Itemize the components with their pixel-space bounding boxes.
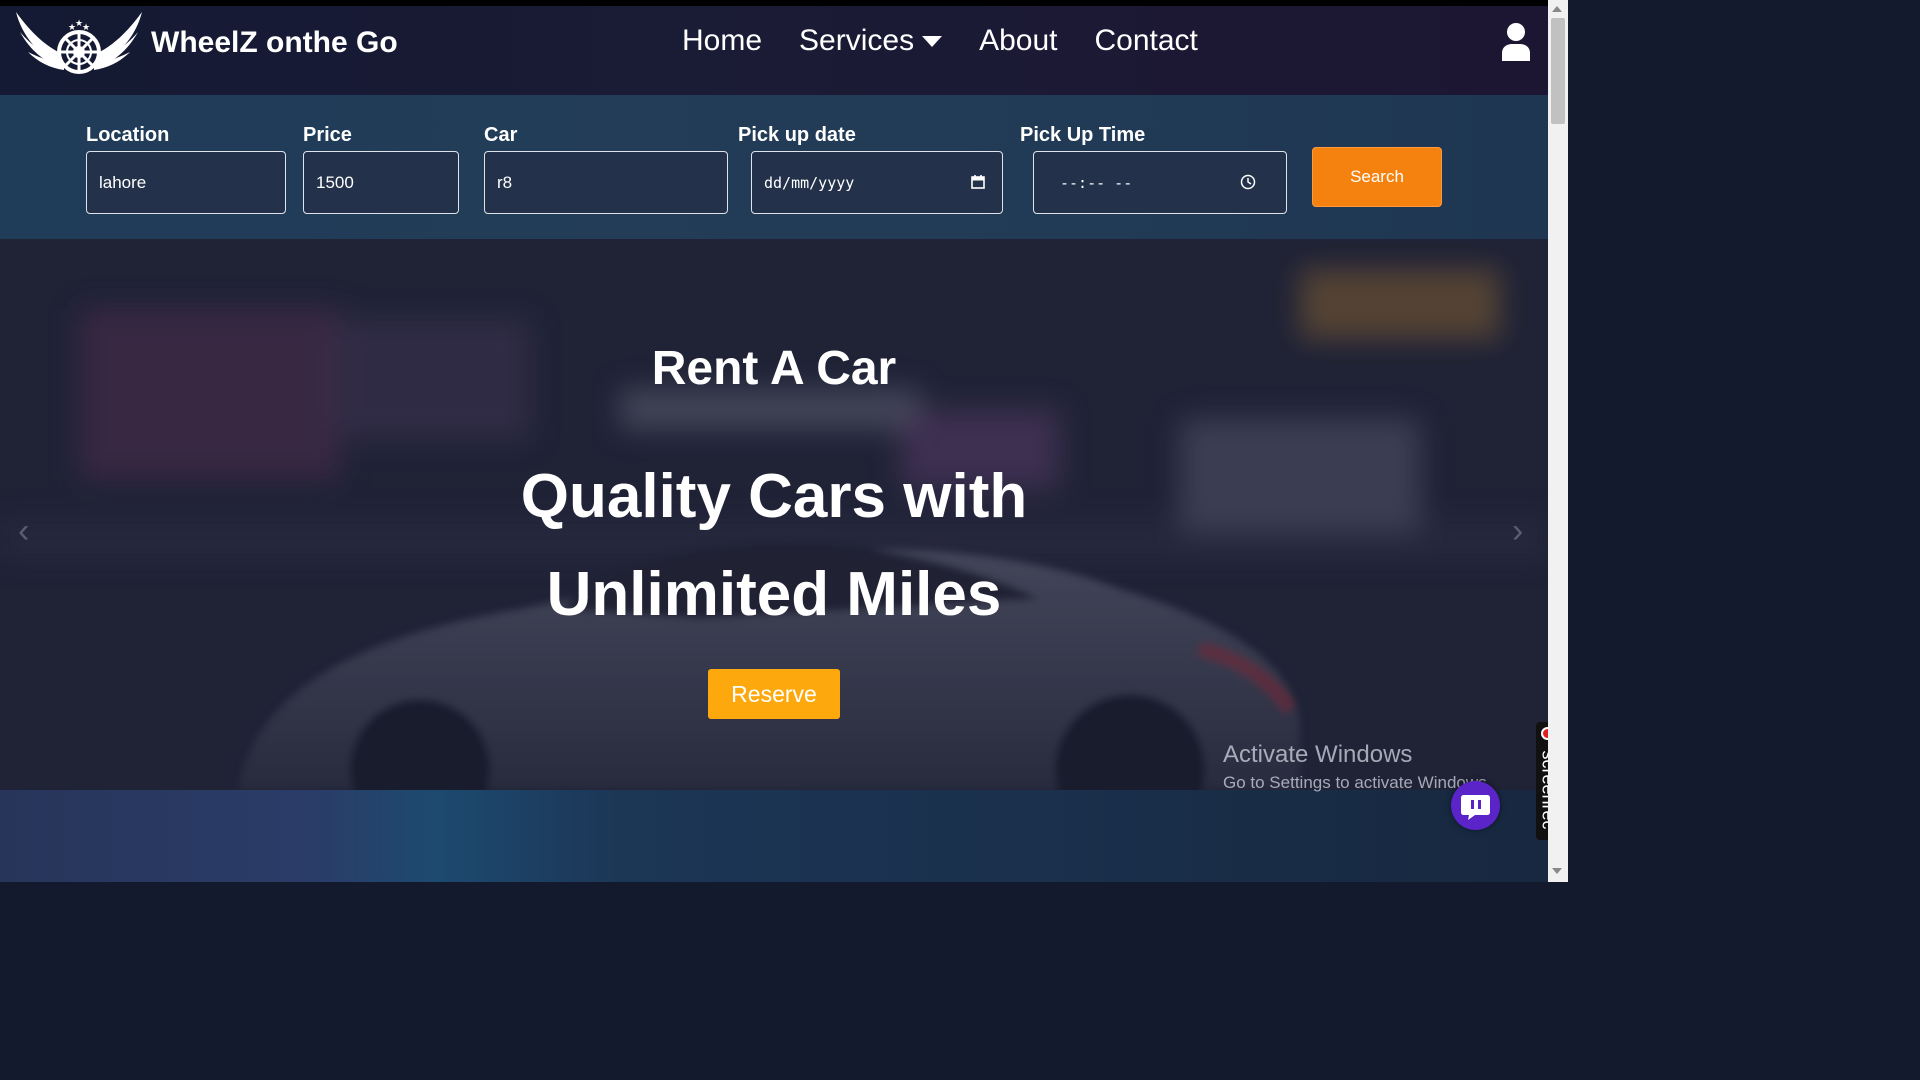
activate-windows-title: Activate Windows (1223, 741, 1413, 768)
navbar: ★ ★ ★ WheelZ onthe Go Home Services Abou… (0, 6, 1548, 95)
hero-subtitle: Rent A Car (651, 342, 897, 395)
pickup-time-input[interactable]: --:-- -- (1033, 151, 1287, 214)
next-section-band (0, 790, 1548, 882)
price-input[interactable]: 1500 (303, 151, 459, 214)
search-panel: Location lahore Price 1500 Car r8 Pick u… (0, 95, 1548, 239)
location-input[interactable]: lahore (86, 151, 286, 214)
hero-title-line1: Quality Cars with (520, 462, 1028, 531)
location-label: Location (86, 124, 170, 146)
calendar-icon[interactable] (970, 174, 986, 190)
winged-wheel-logo-icon[interactable]: ★ ★ ★ (12, 6, 146, 76)
price-label: Price (303, 124, 352, 146)
user-icon[interactable] (1500, 23, 1532, 61)
car-label: Car (484, 124, 518, 146)
scrollbar-thumb[interactable] (1551, 18, 1565, 124)
chat-bubble-button[interactable] (1451, 781, 1500, 830)
pickup-time-label: Pick Up Time (1020, 124, 1146, 146)
nav-menu: Home Services About Contact (682, 24, 1235, 58)
nav-contact-link[interactable]: Contact (1094, 24, 1197, 58)
caret-down-icon (922, 35, 943, 47)
hero-title-line2: Unlimited Miles (546, 560, 1002, 629)
svg-text:★: ★ (82, 23, 90, 33)
car-input[interactable]: r8 (484, 151, 728, 214)
hero-carousel: ‹ › Rent A Car Quality Cars with Unlimit… (0, 239, 1548, 790)
pickup-date-value: dd/mm/yyyy (764, 173, 855, 192)
nav-services-dropdown[interactable]: Services (799, 24, 943, 58)
reserve-button[interactable]: Reserve (708, 669, 840, 719)
page-scrollbar[interactable] (1548, 0, 1568, 882)
chat-icon (1461, 795, 1490, 820)
pickup-date-label: Pick up date (738, 124, 856, 146)
brand-name[interactable]: WheelZ onthe Go (151, 26, 398, 60)
pickup-date-input[interactable]: dd/mm/yyyy (751, 151, 1003, 214)
clock-icon[interactable] (1240, 174, 1256, 190)
nav-services-label: Services (799, 24, 915, 57)
scroll-up-arrow-icon[interactable] (1552, 6, 1562, 12)
scroll-down-arrow-icon[interactable] (1552, 868, 1562, 874)
nav-about-link[interactable]: About (979, 24, 1057, 58)
nav-home-link[interactable]: Home (682, 24, 762, 58)
pickup-time-value: --:-- -- (1060, 173, 1133, 192)
search-button[interactable]: Search (1312, 147, 1442, 207)
